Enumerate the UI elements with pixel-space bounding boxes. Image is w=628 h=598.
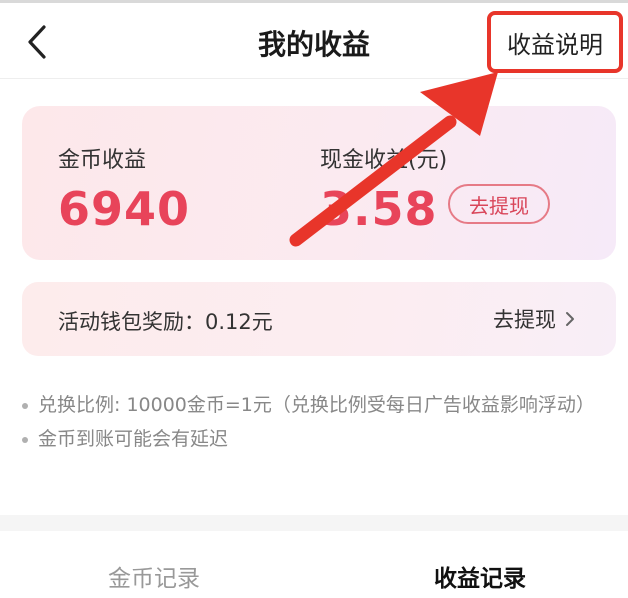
exchange-notes: 兑换比例: 10000金币=1元（兑换比例受每日广告收益影响浮动） 金币到账可能… xyxy=(20,388,620,456)
tab-earnings-records[interactable]: 收益记录 xyxy=(434,559,526,593)
withdraw-button[interactable]: 去提现 xyxy=(448,184,550,224)
coin-earnings-label: 金币收益 xyxy=(58,148,147,173)
header-bar: 我的收益 收益说明 xyxy=(0,3,628,79)
cash-earnings: 现金收益(元) 3.58 xyxy=(320,142,447,236)
activity-wallet-reward: 活动钱包奖励：0.12元 xyxy=(58,310,273,334)
earnings-card: 金币收益 6940 现金收益(元) 3.58 去提现 xyxy=(22,106,616,260)
record-tabs: 金币记录 收益记录 xyxy=(0,531,628,598)
cash-earnings-label: 现金收益(元) xyxy=(320,148,448,173)
activity-withdraw-label: 去提现 xyxy=(493,308,556,332)
cash-earnings-value: 3.58 xyxy=(320,182,438,236)
section-divider xyxy=(0,515,628,531)
coin-earnings: 金币收益 6940 xyxy=(58,142,190,236)
activity-wallet-card[interactable]: 活动钱包奖励：0.12元 去提现 xyxy=(22,282,616,356)
earnings-explanation-button[interactable]: 收益说明 xyxy=(487,11,623,73)
note-exchange-rate: 兑换比例: 10000金币=1元（兑换比例受每日广告收益影响浮动） xyxy=(20,388,620,422)
note-delay: 金币到账可能会有延迟 xyxy=(20,422,620,456)
coin-earnings-value: 6940 xyxy=(58,182,191,236)
earnings-explanation-label: 收益说明 xyxy=(507,30,603,59)
tab-coin-records[interactable]: 金币记录 xyxy=(108,559,200,593)
chevron-right-icon xyxy=(566,312,574,326)
withdraw-button-label: 去提现 xyxy=(469,193,529,218)
activity-withdraw-link[interactable]: 去提现 xyxy=(493,304,576,334)
